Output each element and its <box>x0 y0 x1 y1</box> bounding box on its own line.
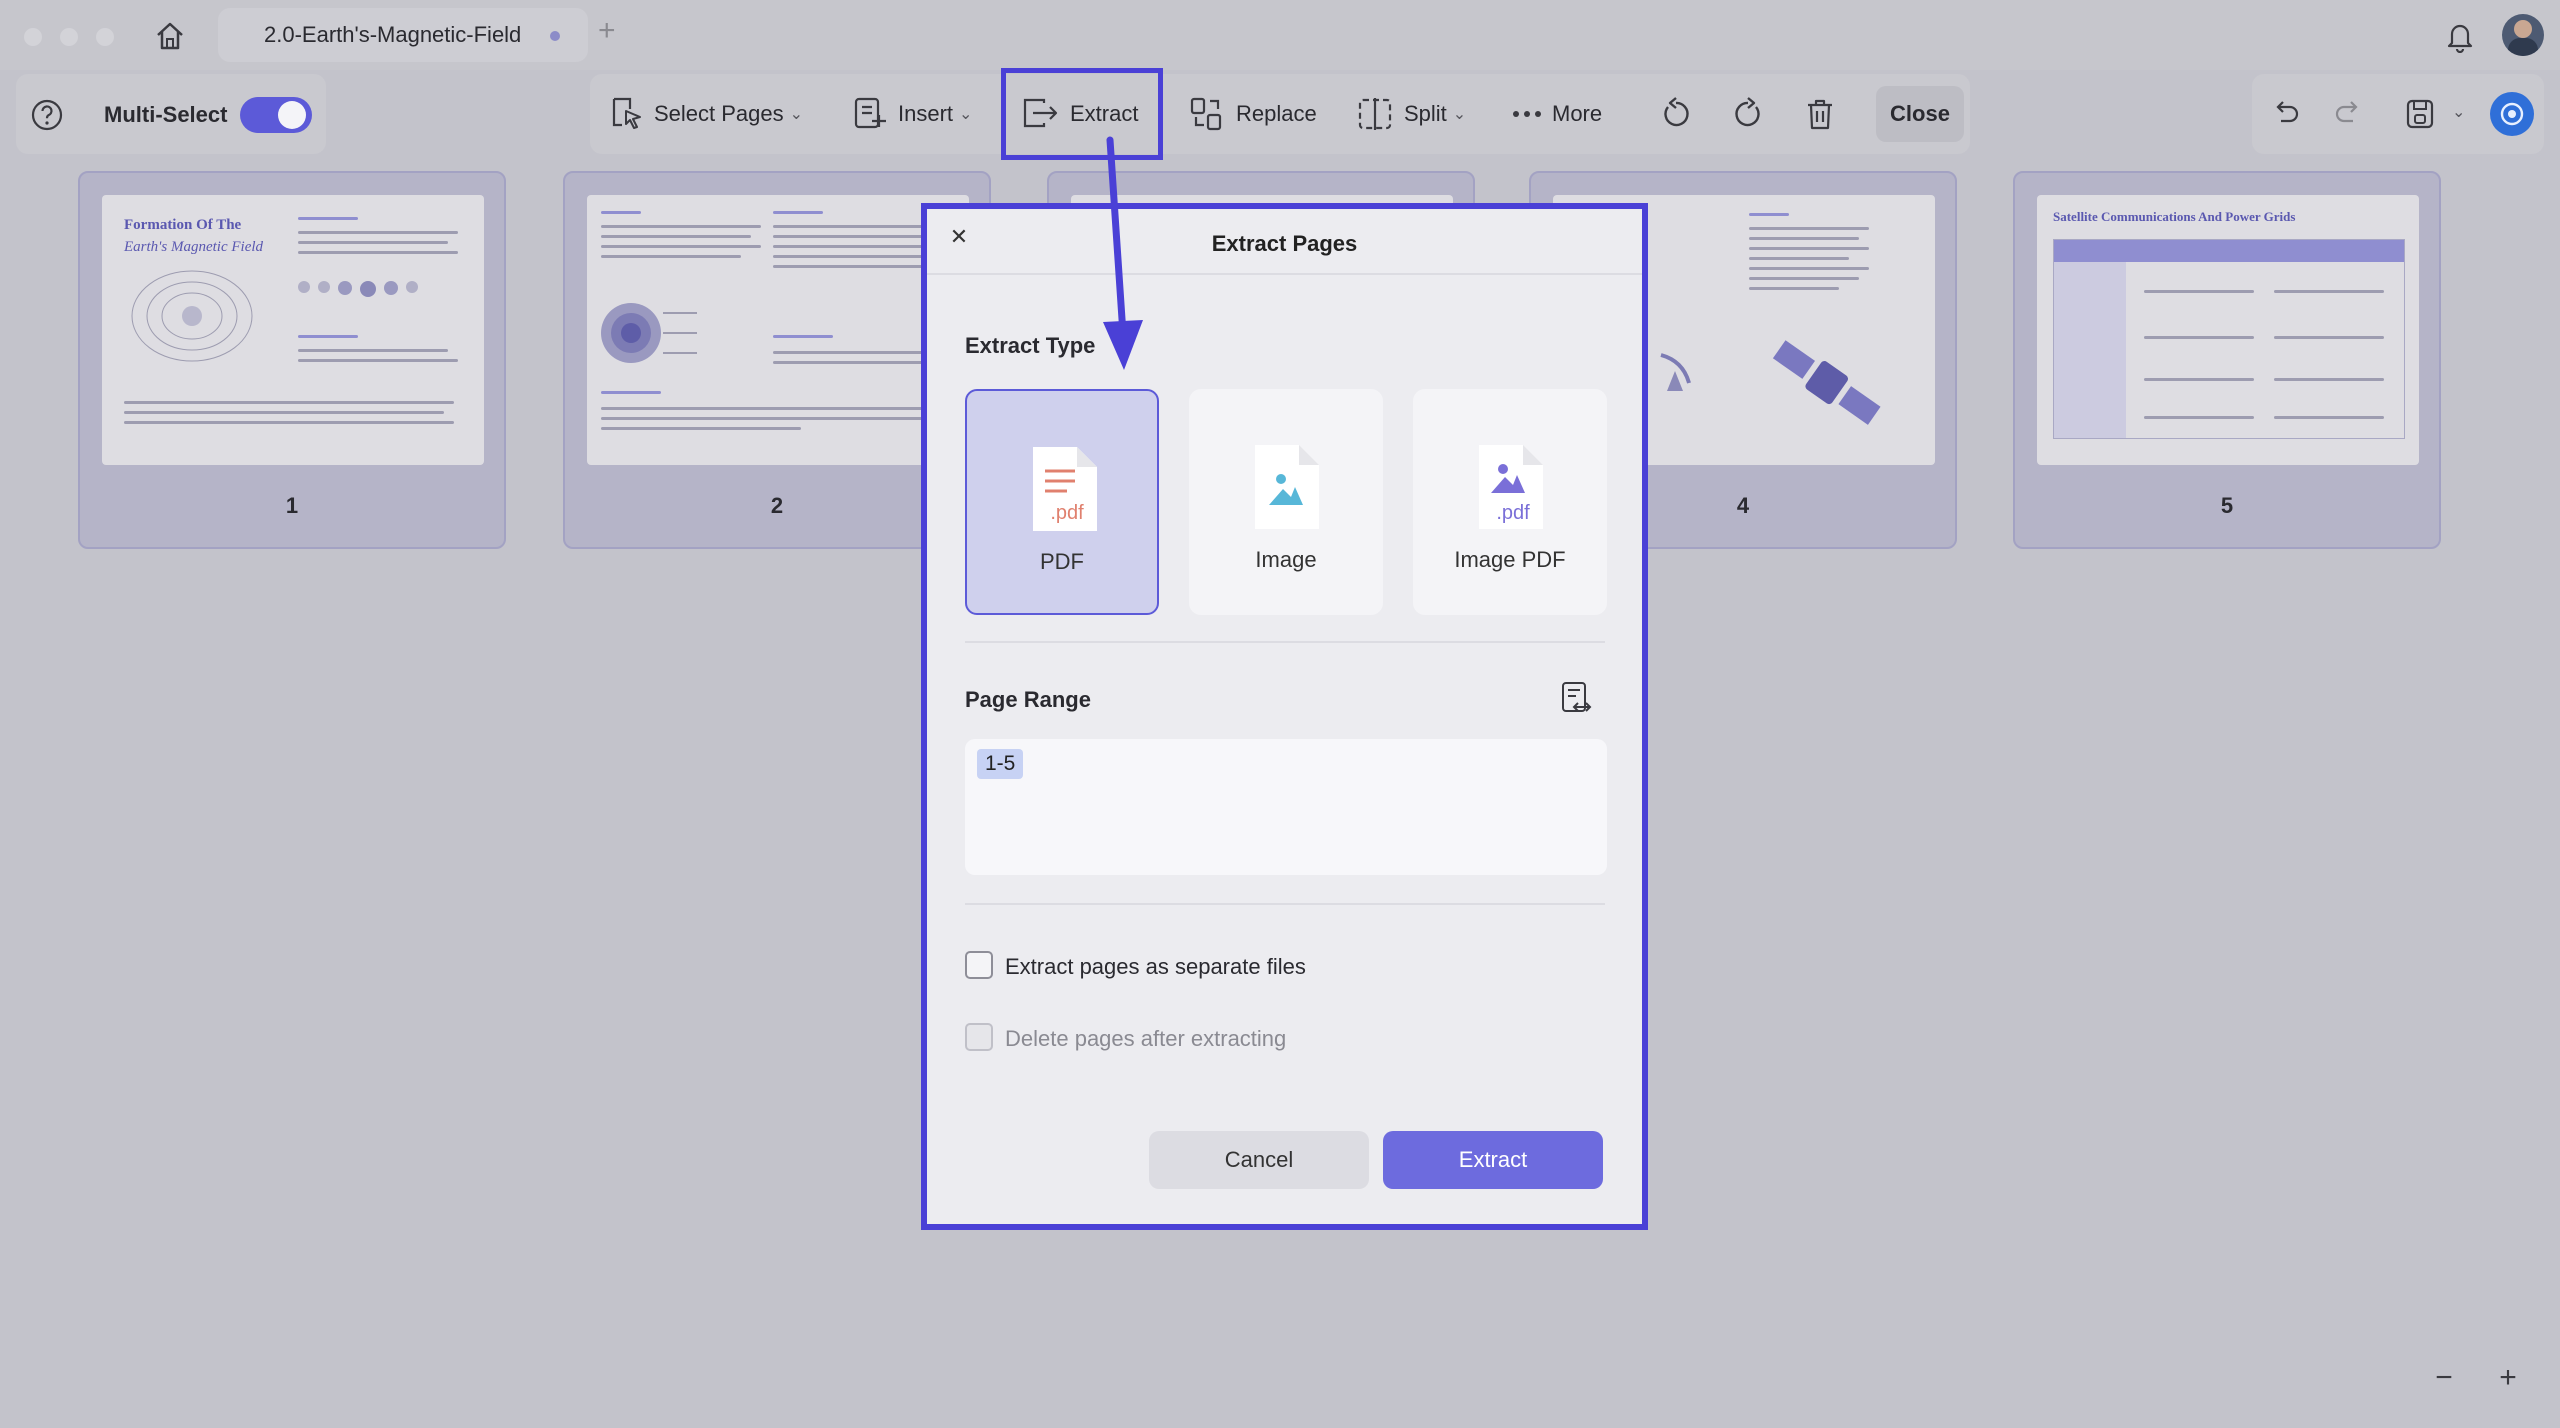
page-number: 1 <box>285 493 299 518</box>
zoom-out-button[interactable]: − <box>2422 1348 2466 1408</box>
multi-select-label: Multi-Select <box>104 102 228 127</box>
page-range-label: Page Range <box>965 687 1091 712</box>
trash-icon[interactable] <box>1800 94 1840 134</box>
close-page-tools-button[interactable]: Close <box>1876 86 1964 142</box>
undo-icon[interactable] <box>2266 96 2306 132</box>
split-label: Split <box>1404 101 1447 126</box>
rotate-right-icon[interactable] <box>1728 94 1768 134</box>
insert-icon <box>854 97 886 129</box>
options-divider <box>965 903 1605 905</box>
page-heading: Formation Of The <box>124 217 242 233</box>
pdf-option-label: PDF <box>1040 549 1084 574</box>
window-close-dot[interactable] <box>24 28 42 46</box>
page-range-picker-icon[interactable] <box>1557 679 1595 719</box>
svg-text:.pdf: .pdf <box>1050 502 1084 524</box>
page-heading: Satellite Communications And Power Grids <box>2053 209 2296 224</box>
extract-type-image-pdf-option[interactable]: .pdf Image PDF <box>1413 389 1607 615</box>
dialog-title: Extract Pages <box>1211 231 1358 256</box>
page-thumbnail-5[interactable]: Satellite Communications And Power Grids… <box>2013 171 2441 549</box>
window-zoom-dot[interactable] <box>96 28 114 46</box>
help-icon[interactable] <box>28 96 66 134</box>
replace-icon <box>1190 97 1222 131</box>
section-divider <box>965 641 1605 643</box>
satellite-dish-illustration <box>1660 353 1691 391</box>
page-range-input[interactable]: 1-5 <box>965 739 1607 875</box>
redo-icon[interactable] <box>2328 96 2368 132</box>
replace-label: Replace <box>1236 101 1317 126</box>
magnetic-field-diagram <box>131 270 253 362</box>
home-icon[interactable] <box>150 16 190 56</box>
extract-type-pdf-option[interactable]: .pdf PDF <box>965 389 1159 615</box>
save-icon[interactable] <box>2400 94 2440 134</box>
delete-after-checkbox[interactable] <box>965 1023 993 1051</box>
page-preview: Formation Of The Earth's Magnetic Field <box>102 195 484 465</box>
earth-layers-diagram <box>601 303 697 363</box>
cancel-button[interactable]: Cancel <box>1149 1131 1369 1189</box>
image-pdf-file-icon: .pdf <box>1479 445 1543 529</box>
extract-confirm-button[interactable]: Extract <box>1383 1131 1603 1189</box>
delete-after-label: Delete pages after extracting <box>1005 1026 1287 1051</box>
split-icon <box>1358 98 1392 130</box>
save-options-chevron-icon[interactable]: ⌄ <box>2452 102 2465 122</box>
more-button[interactable]: More <box>1512 74 1602 154</box>
page-number: 5 <box>2220 493 2234 518</box>
zoom-in-button[interactable]: + <box>2486 1348 2530 1408</box>
page-subheading: Earth's Magnetic Field <box>124 239 264 255</box>
window-minimize-dot[interactable] <box>60 28 78 46</box>
satellite-illustration <box>1772 340 1881 425</box>
insert-button[interactable]: Insert ⌄ <box>852 74 972 154</box>
split-button[interactable]: Split ⌄ <box>1356 74 1466 154</box>
image-file-icon <box>1255 445 1319 529</box>
bell-icon[interactable] <box>2440 16 2480 56</box>
rotate-left-icon[interactable] <box>1656 94 1696 134</box>
extract-pages-dialog: ✕ Extract Pages Extract Type .pdf PDF Im… <box>921 203 1648 1230</box>
page-range-value: 1-5 <box>977 749 1024 779</box>
new-tab-button[interactable]: + <box>598 14 616 48</box>
page-table <box>2053 239 2405 439</box>
ai-assistant-icon[interactable] <box>2490 92 2534 136</box>
document-tab[interactable]: 2.0-Earth's-Magnetic-Field <box>218 8 588 62</box>
page-preview <box>587 195 969 465</box>
extract-type-image-option[interactable]: Image <box>1189 389 1383 615</box>
page-thumbnail-1[interactable]: Formation Of The Earth's Magnetic Field … <box>78 171 506 549</box>
image-option-label: Image <box>1255 547 1317 572</box>
select-pages-icon <box>612 97 641 129</box>
multi-select-toggle[interactable] <box>240 97 312 133</box>
svg-text:.pdf: .pdf <box>1496 502 1530 524</box>
unsaved-dot <box>550 31 560 41</box>
select-pages-button[interactable]: Select Pages ⌄ <box>608 74 803 154</box>
extract-type-label: Extract Type <box>965 333 1096 358</box>
replace-button[interactable]: Replace <box>1188 74 1317 154</box>
separate-files-checkbox[interactable] <box>965 951 993 979</box>
page-preview: Satellite Communications And Power Grids <box>2037 195 2419 465</box>
more-label: More <box>1552 101 1603 126</box>
image-pdf-option-label: Image PDF <box>1454 547 1566 572</box>
more-dots-icon <box>1513 111 1541 117</box>
title-divider <box>927 273 1642 275</box>
pdf-file-icon: .pdf <box>1033 447 1097 531</box>
avatar[interactable] <box>2502 14 2544 56</box>
separate-files-label: Extract pages as separate files <box>1005 954 1306 979</box>
select-pages-label: Select Pages <box>654 101 784 126</box>
title-bar: 2.0-Earth's-Magnetic-Field + <box>0 0 2560 70</box>
extract-highlight-box <box>1001 68 1163 160</box>
insert-label: Insert <box>898 101 954 126</box>
tab-title: 2.0-Earth's-Magnetic-Field <box>264 22 522 47</box>
